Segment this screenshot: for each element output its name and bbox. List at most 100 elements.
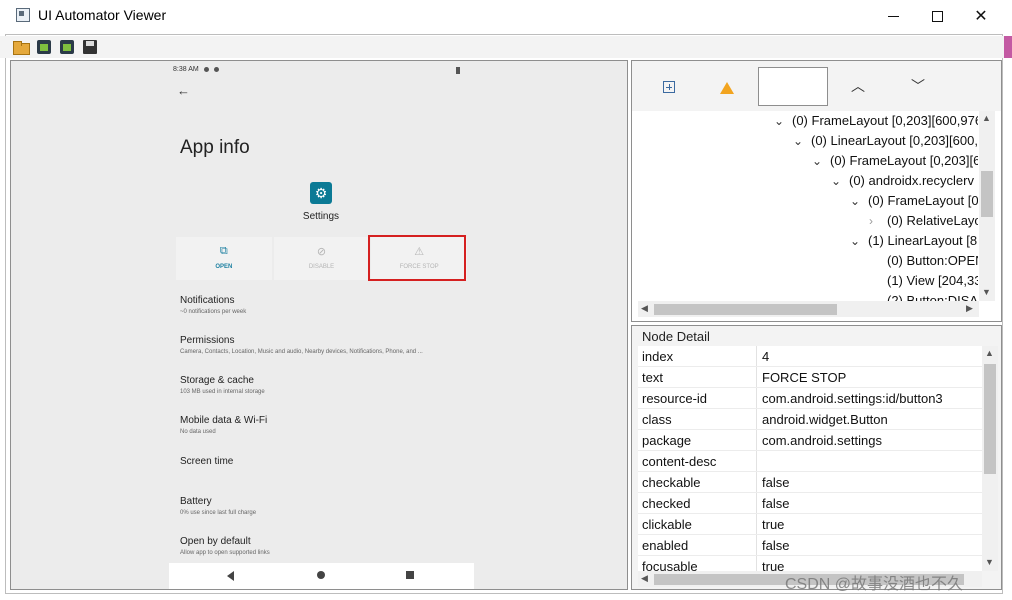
property-value[interactable]: true	[762, 517, 784, 532]
property-key: checked	[642, 496, 691, 511]
tree-node[interactable]: ⌄ (0) LinearLayout [0,203][600,	[793, 131, 978, 151]
open-button[interactable]: ⧉ OPEN	[176, 237, 272, 280]
chevron-right-icon[interactable]: ›	[869, 211, 887, 231]
property-key: content-desc	[642, 454, 717, 469]
setting-mobile-data[interactable]: Mobile data & Wi-Fi No data used	[180, 415, 267, 435]
table-row[interactable]: focusable true	[638, 556, 982, 571]
selected-node-highlight	[368, 235, 466, 281]
table-row[interactable]: checkable false	[638, 472, 982, 493]
expand-all-button[interactable]	[658, 75, 680, 97]
tree-node[interactable]: ⌄ (0) FrameLayout [0,203][6	[812, 151, 978, 171]
setting-open-by-default[interactable]: Open by default Allow app to open suppor…	[180, 536, 270, 556]
device-screenshot-compressed-icon[interactable]	[58, 38, 76, 56]
scroll-up-icon[interactable]: ▲	[985, 348, 994, 358]
close-button[interactable]: ✕	[958, 0, 1004, 32]
table-row[interactable]: index 4	[638, 346, 982, 367]
scroll-down-icon[interactable]: ▼	[982, 287, 991, 297]
setting-battery[interactable]: Battery 0% use since last full charge	[180, 496, 256, 516]
setting-permissions[interactable]: Permissions Camera, Contacts, Location, …	[180, 335, 423, 355]
hierarchy-vertical-scrollbar[interactable]: ▲ ▼	[979, 111, 995, 301]
property-value[interactable]: false	[762, 496, 789, 511]
tree-node[interactable]: (1) View [204,33	[887, 271, 978, 291]
tree-node-label: (0) FrameLayout [0	[868, 193, 978, 208]
main-toolbar	[0, 36, 1012, 58]
property-value[interactable]: FORCE STOP	[762, 370, 846, 385]
scrollbar-thumb[interactable]	[984, 364, 996, 474]
screenshot-pane[interactable]: 8:38 AM ← App info ⚙ Settings ⧉ OPEN ⊘ D…	[10, 60, 628, 590]
tree-node-label: (0) Button:OPEN	[887, 253, 978, 268]
chevron-down-icon[interactable]: ⌄	[812, 151, 830, 171]
nav-home-icon[interactable]	[317, 571, 325, 579]
table-row[interactable]: checked false	[638, 493, 982, 514]
tree-node[interactable]: › (0) RelativeLayo	[869, 211, 978, 231]
property-value[interactable]: false	[762, 538, 789, 553]
scroll-up-icon[interactable]: ▲	[982, 113, 991, 123]
nav-recents-icon[interactable]	[406, 571, 414, 579]
tree-node[interactable]: ⌄ (0) androidx.recyclerv	[831, 171, 974, 191]
tree-node-label: (0) androidx.recyclerv	[849, 173, 974, 188]
table-row[interactable]: class android.widget.Button	[638, 409, 982, 430]
tree-node-label: (0) LinearLayout [0,203][600,	[811, 133, 978, 148]
property-value[interactable]: android.widget.Button	[762, 412, 888, 427]
open-folder-icon[interactable]	[12, 38, 30, 56]
scrollbar-thumb[interactable]	[981, 171, 993, 217]
scroll-left-icon[interactable]: ◀	[641, 303, 648, 314]
device-screen[interactable]: 8:38 AM ← App info ⚙ Settings ⧉ OPEN ⊘ D…	[169, 61, 474, 589]
hierarchy-horizontal-scrollbar[interactable]: ◀ ▶	[638, 301, 979, 317]
table-row[interactable]: text FORCE STOP	[638, 367, 982, 388]
maximize-button[interactable]	[914, 0, 960, 32]
hierarchy-pane: ︿ ﹀ ⌄ (0) FrameLayout [0,203][600,976 ⌄ (0…	[631, 60, 1002, 322]
save-icon[interactable]	[81, 38, 99, 56]
chevron-down-icon[interactable]: ⌄	[850, 231, 868, 251]
scroll-right-icon[interactable]: ▶	[966, 303, 973, 314]
setting-subtitle: Allow app to open supported links	[180, 550, 270, 556]
tree-node[interactable]: ⌄ (1) LinearLayout [8	[850, 231, 977, 251]
property-value[interactable]: com.android.settings:id/button3	[762, 391, 943, 406]
setting-screen-time[interactable]: Screen time	[180, 456, 233, 467]
table-row[interactable]: package com.android.settings	[638, 430, 982, 451]
disable-button[interactable]: ⊘ DISABLE	[273, 237, 370, 280]
tree-node-label: (1) LinearLayout [8	[868, 233, 978, 248]
back-arrow-icon[interactable]: ←	[177, 83, 190, 98]
chevron-down-icon[interactable]: ⌄	[850, 191, 868, 211]
chevron-down-icon[interactable]: ⌄	[831, 171, 849, 191]
toggle-nafs-button[interactable]	[716, 75, 738, 97]
minimize-button[interactable]	[870, 0, 916, 32]
node-detail-vertical-scrollbar[interactable]: ▲ ▼	[982, 346, 998, 571]
nav-back-icon[interactable]	[227, 571, 234, 581]
setting-subtitle: ~0 notifications per week	[180, 309, 247, 315]
scroll-down-icon[interactable]: ▼	[985, 557, 994, 567]
device-nav-bar	[169, 563, 474, 589]
device-screenshot-icon[interactable]	[35, 38, 53, 56]
setting-notifications[interactable]: Notifications ~0 notifications per week	[180, 295, 246, 315]
scroll-left-icon[interactable]: ◀	[641, 573, 648, 584]
property-key: class	[642, 412, 672, 427]
tree-node[interactable]: ⌄ (0) FrameLayout [0	[850, 191, 978, 211]
property-value[interactable]: com.android.settings	[762, 433, 882, 448]
chevron-down-icon[interactable]: ⌄	[793, 131, 811, 151]
table-row[interactable]: resource-id com.android.settings:id/butto…	[638, 388, 982, 409]
tree-node[interactable]: ⌄ (0) FrameLayout [0,203][600,976	[774, 111, 978, 131]
tree-node[interactable]: (0) Button:OPEN	[887, 251, 978, 271]
chevron-down-icon[interactable]: ⌄	[774, 111, 792, 131]
table-row[interactable]: clickable true	[638, 514, 982, 535]
property-value[interactable]: true	[762, 559, 784, 571]
search-input[interactable]	[758, 67, 828, 106]
close-icon: ✕	[974, 8, 988, 25]
hierarchy-tree[interactable]: ⌄ (0) FrameLayout [0,203][600,976 ⌄ (0) Li…	[638, 111, 978, 301]
setting-storage[interactable]: Storage & cache 103 MB used in internal …	[180, 375, 265, 395]
node-detail-table[interactable]: index 4 text FORCE STOP resource-id com.and…	[638, 346, 982, 571]
tree-node[interactable]: (2) Button:DISA	[887, 291, 978, 301]
property-key: clickable	[642, 517, 692, 532]
warning-icon	[720, 82, 734, 94]
scrollbar-thumb[interactable]	[654, 304, 837, 315]
table-row[interactable]: content-desc	[638, 451, 982, 472]
table-row[interactable]: enabled false	[638, 535, 982, 556]
setting-title: Permissions	[180, 335, 235, 346]
property-value[interactable]: false	[762, 475, 789, 490]
block-icon: ⊘	[316, 246, 327, 258]
watermark: CSDN @故事没酒也不久	[785, 576, 964, 593]
property-value[interactable]: 4	[762, 349, 769, 364]
previous-result-button[interactable]: ︿	[847, 75, 869, 97]
next-result-button[interactable]: ﹀	[907, 75, 929, 97]
